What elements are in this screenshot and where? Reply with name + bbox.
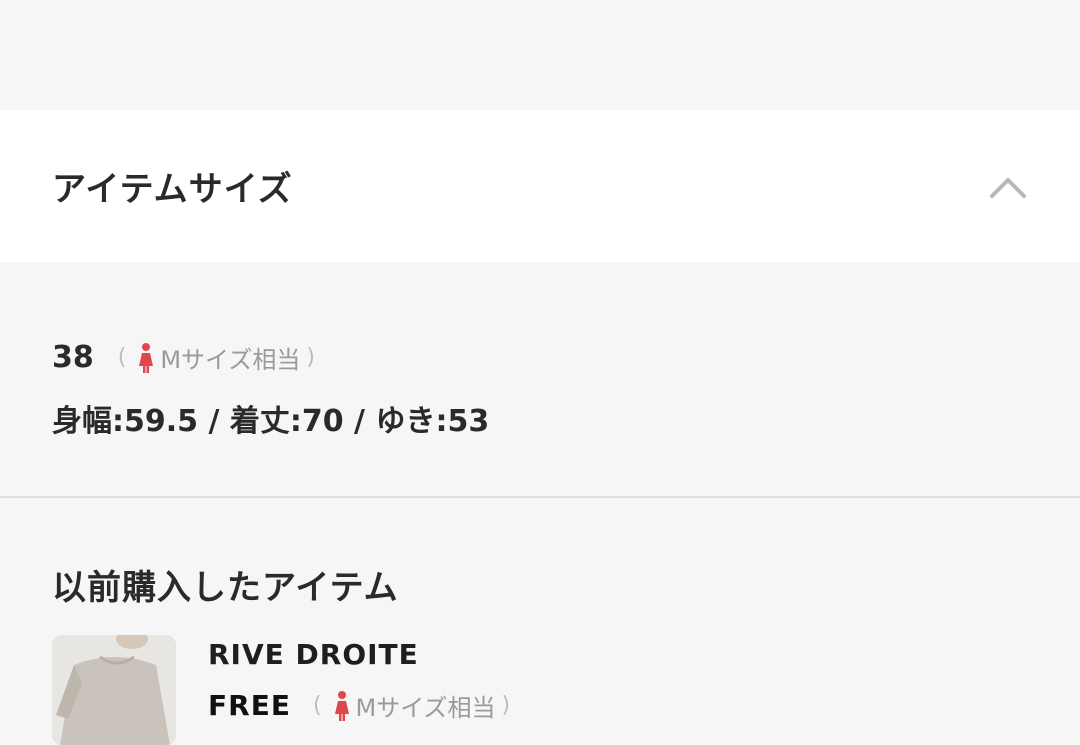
item-size-row: FREE ( Mサイズ相当 ) bbox=[208, 688, 516, 723]
size-row: 38 ( Mサイズ相当 ) bbox=[52, 340, 321, 375]
top-spacer bbox=[0, 0, 1080, 110]
female-icon bbox=[139, 342, 154, 373]
measurements: 身幅:59.5 / 着丈:70 / ゆき:53 bbox=[52, 404, 490, 439]
item-size-header[interactable]: アイテムサイズ bbox=[0, 110, 1080, 262]
size-equivalent: ( Mサイズ相当 ) bbox=[112, 340, 321, 375]
sweater-image bbox=[52, 635, 176, 745]
paren-close: ) bbox=[306, 345, 315, 370]
paren-open: ( bbox=[117, 345, 127, 370]
previous-items-section: 以前購入したアイテム RIVE DROITE FREE ( Mサイズ相当 ) bbox=[0, 498, 1080, 745]
chevron-up-icon[interactable] bbox=[988, 172, 1028, 200]
size-info: 38 ( Mサイズ相当 ) 身幅:59.5 / 着丈:70 / ゆき:53 bbox=[0, 262, 1080, 498]
previous-items-title: 以前購入したアイテム bbox=[52, 568, 399, 608]
size-value: 38 bbox=[52, 340, 94, 375]
item-thumbnail[interactable] bbox=[52, 635, 176, 745]
section-title: アイテムサイズ bbox=[52, 169, 293, 210]
item-size: FREE bbox=[208, 689, 291, 722]
female-icon bbox=[334, 690, 349, 721]
item-size-equivalent-text: Mサイズ相当 bbox=[355, 694, 496, 722]
paren-open: ( bbox=[312, 693, 322, 718]
size-equivalent-text: Mサイズ相当 bbox=[160, 346, 301, 374]
paren-close: ) bbox=[501, 693, 511, 718]
item-brand: RIVE DROITE bbox=[208, 638, 419, 671]
item-size-equivalent: ( Mサイズ相当 ) bbox=[307, 688, 516, 723]
